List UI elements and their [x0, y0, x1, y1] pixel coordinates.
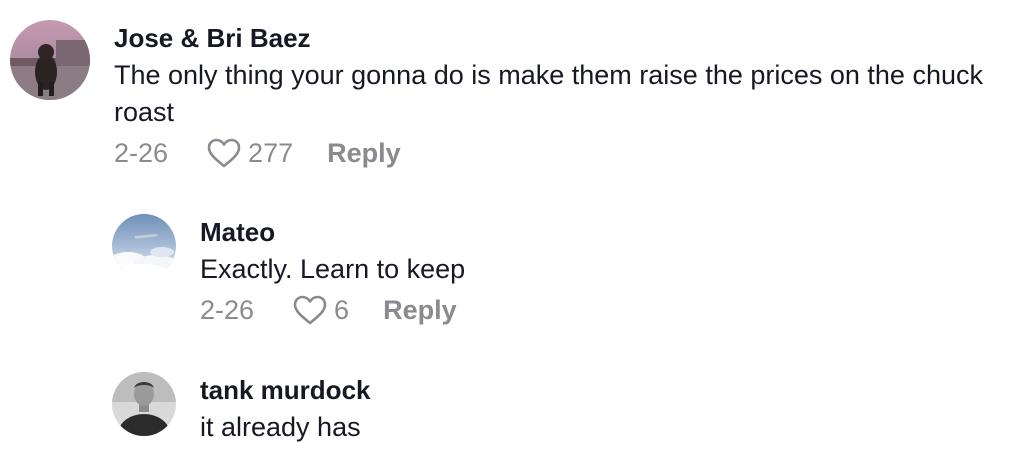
avatar[interactable] — [10, 20, 90, 100]
comment-text: it already has — [200, 412, 361, 442]
reply-comment-item: tank murdock it already has — [112, 372, 960, 446]
avatar[interactable] — [112, 372, 176, 436]
avatar[interactable] — [112, 214, 176, 278]
reply-button[interactable]: Reply — [383, 295, 457, 326]
username[interactable]: Jose & Bri Baez — [114, 22, 994, 54]
person-photo-avatar-icon — [112, 372, 176, 436]
heart-icon[interactable] — [292, 294, 328, 326]
comment-text: The only thing your gonna do is make the… — [114, 60, 983, 127]
heart-icon[interactable] — [206, 137, 242, 169]
comment-content: Mateo Exactly. Learn to keep 2-26 6 Repl… — [200, 214, 960, 327]
comment-meta: 2-26 277 Reply — [114, 136, 994, 170]
sky-clouds-avatar-icon — [112, 214, 176, 278]
dog-photo-avatar-icon — [10, 20, 90, 100]
like-button[interactable]: 6 — [292, 294, 349, 326]
comment-content: Jose & Bri Baez The only thing your gonn… — [114, 20, 994, 170]
comment-text: Exactly. Learn to keep — [200, 254, 466, 284]
comment-content: tank murdock it already has — [200, 372, 960, 446]
reply-comment-item: Mateo Exactly. Learn to keep 2-26 6 Repl… — [112, 214, 960, 327]
like-button[interactable]: 277 — [206, 137, 293, 169]
comment-meta: 2-26 6 Reply — [200, 293, 960, 327]
like-count: 6 — [334, 294, 350, 325]
username[interactable]: tank murdock — [200, 374, 960, 406]
like-count: 277 — [248, 137, 294, 168]
comment-date: 2-26 — [200, 294, 255, 325]
comment-date: 2-26 — [114, 137, 169, 168]
username[interactable]: Mateo — [200, 216, 960, 248]
comment-item: Jose & Bri Baez The only thing your gonn… — [10, 20, 994, 170]
reply-button[interactable]: Reply — [327, 138, 401, 169]
